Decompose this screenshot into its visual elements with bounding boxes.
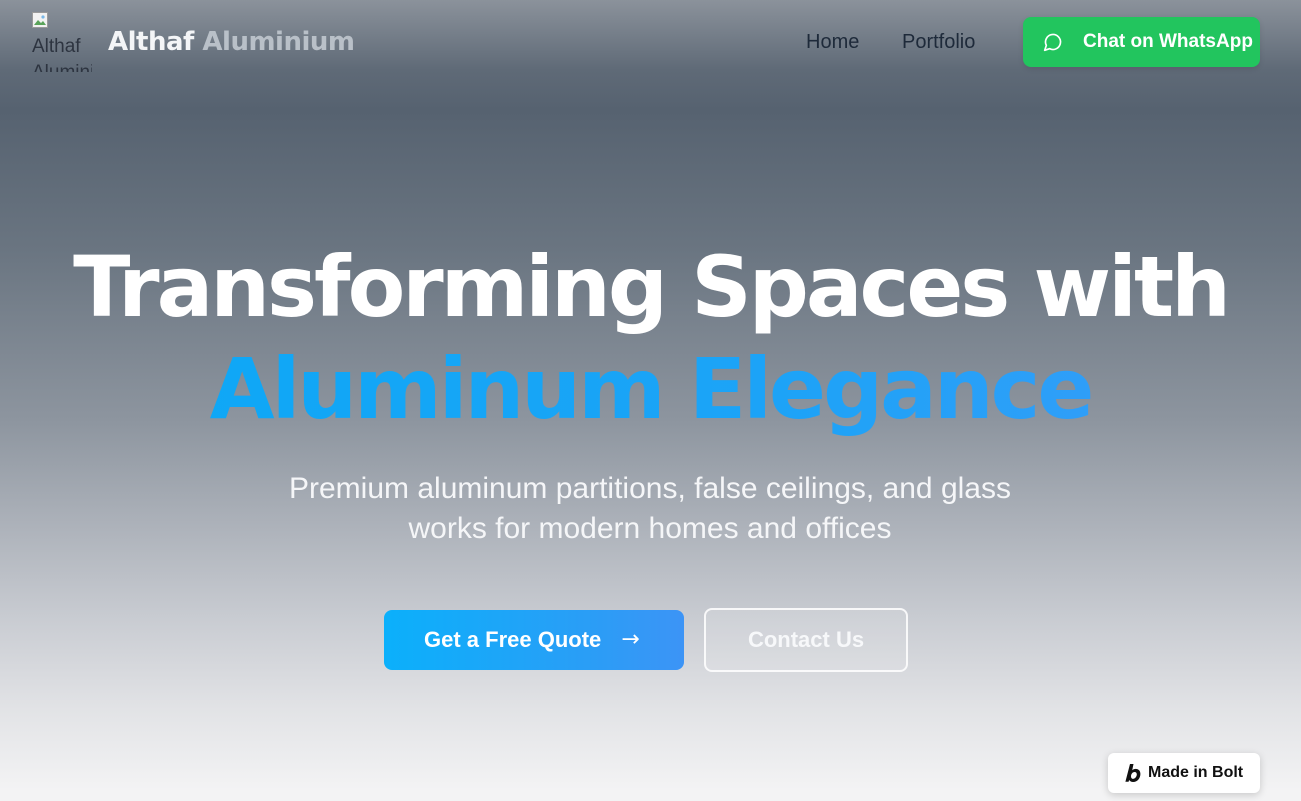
message-circle-icon bbox=[1043, 33, 1062, 52]
contact-us-button[interactable]: Contact Us bbox=[704, 608, 908, 672]
logo-image[interactable]: Althaf Aluminium bbox=[32, 12, 92, 72]
bolt-badge-label: Made in Bolt bbox=[1148, 764, 1244, 781]
bolt-logo-icon bbox=[1125, 764, 1141, 782]
made-in-bolt-badge[interactable]: Made in Bolt bbox=[1108, 753, 1260, 793]
logo-alt-text: Althaf Aluminium bbox=[32, 36, 92, 72]
contact-button-label: Contact Us bbox=[747, 627, 865, 652]
nav-home-link[interactable]: Home bbox=[806, 28, 859, 56]
site-header: Althaf Aluminium Althaf Aluminium Home P… bbox=[0, 0, 1301, 86]
brand-name[interactable]: Althaf Aluminium bbox=[108, 24, 355, 60]
brand-name-first: Althaf bbox=[108, 27, 194, 57]
hero-title-line-1: Transforming Spaces with bbox=[73, 238, 1231, 336]
broken-image-icon bbox=[32, 12, 48, 28]
hero-title-highlight: Aluminum Elegance bbox=[0, 338, 1301, 440]
brand-name-second: Aluminium bbox=[202, 27, 355, 57]
nav-portfolio-link[interactable]: Portfolio bbox=[902, 28, 975, 56]
get-free-quote-button[interactable]: Get a Free Quote → bbox=[384, 610, 684, 670]
arrow-right-icon: → bbox=[621, 627, 640, 652]
whatsapp-button-label: Chat on WhatsApp bbox=[1083, 31, 1253, 52]
quote-button-label: Get a Free Quote bbox=[424, 627, 602, 652]
hero-title: Transforming Spaces with Aluminum Elegan… bbox=[0, 236, 1301, 440]
whatsapp-chat-button[interactable]: Chat on WhatsApp bbox=[1023, 17, 1260, 67]
hero-subtitle: Premium aluminum partitions, false ceili… bbox=[289, 472, 1011, 545]
